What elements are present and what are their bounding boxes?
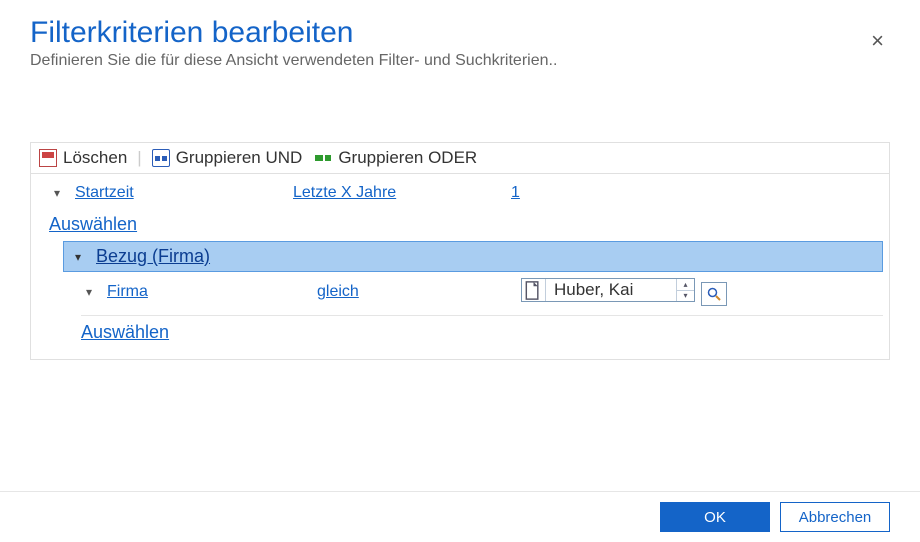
dialog-title: Filterkriterien bearbeiten	[30, 16, 890, 50]
cancel-button[interactable]: Abbrechen	[780, 502, 890, 532]
spinner[interactable]: ▴ ▾	[676, 279, 694, 301]
field-link-startzeit[interactable]: Startzeit	[75, 184, 134, 201]
operator-link-gleich[interactable]: gleich	[317, 283, 359, 300]
group-label[interactable]: Bezug (Firma)	[96, 246, 210, 267]
dialog-subtitle: Definieren Sie die für diese Ansicht ver…	[30, 52, 890, 70]
toolbar: Löschen | Gruppieren UND Gruppieren ODER	[31, 143, 889, 174]
select-link[interactable]: Auswählen	[81, 322, 169, 343]
field-link-firma[interactable]: Firma	[107, 283, 148, 300]
value-combo[interactable]: Huber, Kai ▴ ▾	[521, 278, 695, 302]
lookup-button[interactable]	[701, 282, 727, 306]
group-and-icon	[152, 149, 170, 167]
chevron-down-icon[interactable]: ▾	[70, 249, 86, 265]
spin-up-icon[interactable]: ▴	[677, 279, 694, 291]
separator: |	[133, 148, 145, 168]
spin-down-icon[interactable]: ▾	[677, 291, 694, 302]
group-or-button[interactable]: Gruppieren ODER	[314, 148, 477, 168]
group-and-label: Gruppieren UND	[176, 148, 303, 168]
operator-link[interactable]: Letzte X Jahre	[293, 184, 396, 201]
group-or-label: Gruppieren ODER	[338, 148, 477, 168]
criteria-row: ▾ Startzeit Letzte X Jahre 1	[37, 178, 883, 208]
select-link[interactable]: Auswählen	[49, 214, 137, 235]
value-link[interactable]: 1	[511, 184, 520, 201]
ok-button[interactable]: OK	[660, 502, 770, 532]
delete-icon	[39, 149, 57, 167]
group-or-icon	[314, 149, 332, 167]
select-row: Auswählen	[37, 208, 883, 241]
document-icon	[522, 279, 546, 301]
filter-panel: Löschen | Gruppieren UND Gruppieren ODER…	[30, 142, 890, 360]
criteria-rows: ▾ Startzeit Letzte X Jahre 1 Auswählen ▾…	[31, 174, 889, 359]
delete-button[interactable]: Löschen	[39, 148, 127, 168]
filter-dialog: Filterkriterien bearbeiten Definieren Si…	[0, 0, 920, 542]
criteria-row: ▾ Firma gleich Huber, Kai ▴ ▾	[37, 272, 883, 313]
select-row: Auswählen	[37, 316, 883, 349]
chevron-down-icon[interactable]: ▾	[49, 185, 65, 201]
close-button[interactable]: ×	[871, 28, 884, 54]
delete-label: Löschen	[63, 148, 127, 168]
group-and-button[interactable]: Gruppieren UND	[152, 148, 303, 168]
group-header-bezug-firma[interactable]: ▾ Bezug (Firma)	[63, 241, 883, 272]
dialog-footer: OK Abbrechen	[0, 491, 920, 542]
value-text: Huber, Kai	[546, 279, 676, 301]
search-icon	[706, 286, 722, 302]
chevron-down-icon[interactable]: ▾	[81, 284, 97, 300]
